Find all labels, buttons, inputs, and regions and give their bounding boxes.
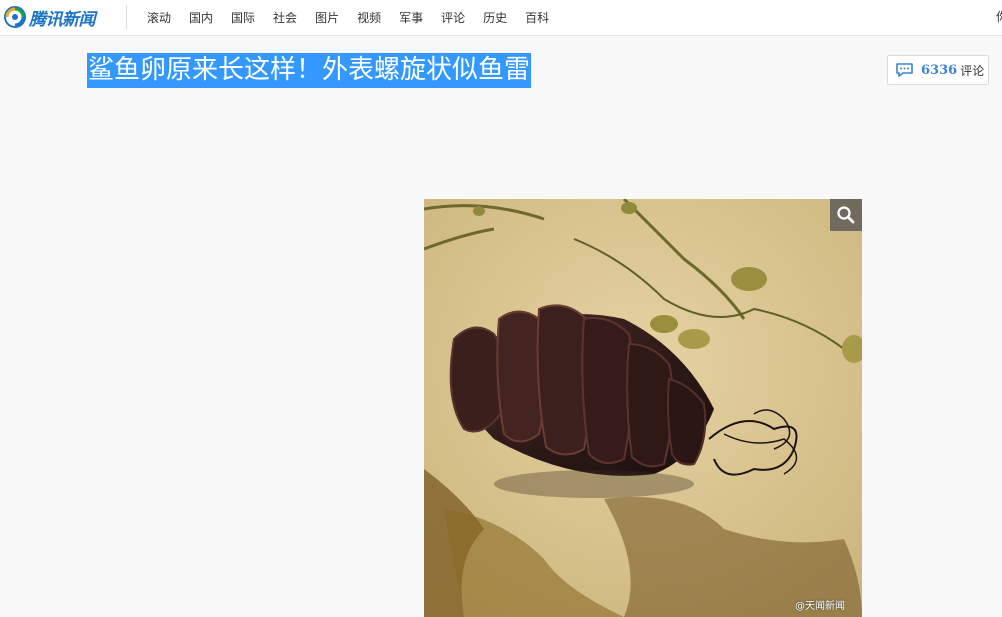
nav-item-domestic[interactable]: 国内 <box>189 9 213 26</box>
shark-egg-photo <box>424 199 862 617</box>
nav-item-pictures[interactable]: 图片 <box>315 9 339 26</box>
nav-item-military[interactable]: 军事 <box>399 9 423 26</box>
article-photo[interactable] <box>424 199 862 617</box>
comment-label: 评论 <box>960 63 985 78</box>
comment-bubble-icon <box>896 63 913 77</box>
article-title: 鲨鱼卵原来长这样！外表螺旋状似鱼雷 <box>87 53 532 88</box>
zoom-button[interactable] <box>830 199 862 231</box>
comment-count-button[interactable]: 6336 评论 <box>887 55 989 85</box>
logo-text: 腾讯新闻 <box>29 9 96 30</box>
nav-item-history[interactable]: 历史 <box>483 9 507 26</box>
top-navigation-bar: 腾讯新闻 滚动 国内 国际 社会 图片 视频 军事 评论 历史 百科 你 <box>0 0 1002 36</box>
channel-nav: 滚动 国内 国际 社会 图片 视频 军事 评论 历史 百科 <box>138 0 558 35</box>
tencent-news-logo-icon <box>4 6 26 28</box>
tencent-news-logo[interactable]: 腾讯新闻 <box>4 5 96 30</box>
nav-item-international[interactable]: 国际 <box>231 9 255 26</box>
nav-item-scroll[interactable]: 滚动 <box>147 9 171 26</box>
comment-count: 6336 <box>921 62 958 78</box>
nav-item-commentary[interactable]: 评论 <box>441 9 465 26</box>
nav-item-society[interactable]: 社会 <box>273 9 297 26</box>
nav-item-user[interactable]: 你 <box>996 8 1002 25</box>
nav-item-video[interactable]: 视频 <box>357 9 381 26</box>
magnifier-icon <box>837 206 855 224</box>
image-watermark: @天闻新闻 <box>795 601 845 612</box>
header-divider <box>126 5 127 29</box>
nav-item-encyclopedia[interactable]: 百科 <box>525 9 549 26</box>
